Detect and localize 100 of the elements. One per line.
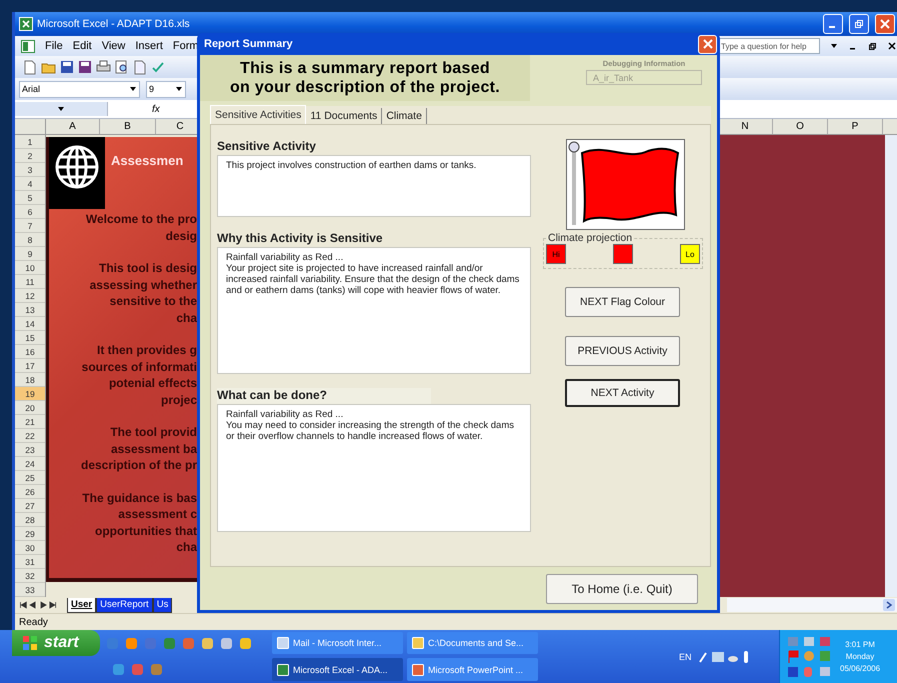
menu-item[interactable]: Edit xyxy=(72,40,92,52)
text-area[interactable]: Rainfall variability as Red ... Your project site is projected to have increased rainfall and/or increased rainfall variability. Ensure that the design of the check dams and or eathern dams (tanks) will cope with heavier flows of water. xyxy=(217,247,531,374)
row-header[interactable]: 8 xyxy=(15,233,45,247)
row-header[interactable]: 5 xyxy=(15,191,45,205)
sheet-tab[interactable]: Us xyxy=(152,598,172,612)
row-header[interactable]: 7 xyxy=(15,219,45,233)
sheet-tab[interactable]: User xyxy=(67,598,96,612)
row-header[interactable]: 23 xyxy=(15,443,45,457)
taskbar-button[interactable]: Mail - Microsoft Inter... xyxy=(272,632,403,654)
section-title: Why this Activity is Sensitive xyxy=(217,231,384,247)
row-header[interactable]: 12 xyxy=(15,289,45,303)
caret-icon[interactable] xyxy=(175,85,183,93)
function-label[interactable]: fx xyxy=(152,104,160,114)
taskbar-button[interactable]: Microsoft PowerPoint ... xyxy=(407,658,538,681)
minimize-button[interactable] xyxy=(823,14,843,34)
row-header[interactable]: 24 xyxy=(15,457,45,471)
document-icon[interactable] xyxy=(133,60,147,74)
action-button[interactable]: NEXT Flag Colour xyxy=(565,287,680,317)
column-header[interactable]: B xyxy=(100,119,156,134)
document-icon[interactable] xyxy=(23,60,37,74)
close-button[interactable] xyxy=(698,34,717,54)
row-header[interactable]: 22 xyxy=(15,429,45,443)
language-indicator[interactable]: EN xyxy=(679,652,692,662)
status-text: Ready xyxy=(19,616,48,628)
row-header[interactable]: 6 xyxy=(15,205,45,219)
action-button[interactable]: PREVIOUS Activity xyxy=(565,336,680,366)
dialog-title: Report Summary xyxy=(204,38,293,50)
scroll-right-icon[interactable] xyxy=(883,599,895,611)
row-header[interactable]: 13 xyxy=(15,303,45,317)
row-header[interactable]: 4 xyxy=(15,177,45,191)
action-button[interactable]: NEXT Activity xyxy=(565,379,680,407)
globe-logo xyxy=(49,137,105,209)
close-icon[interactable] xyxy=(888,42,896,50)
menu-item[interactable]: Insert xyxy=(135,40,163,52)
row-header[interactable]: 21 xyxy=(15,415,45,429)
column-header[interactable]: P xyxy=(828,119,883,134)
sheet-tab[interactable]: UserReport xyxy=(96,598,153,612)
magnifier-icon[interactable] xyxy=(115,60,129,74)
tray-icons-drawing[interactable] xyxy=(698,650,750,664)
row-header[interactable]: 10 xyxy=(15,261,45,275)
close-button[interactable] xyxy=(875,14,895,34)
sheet-paragraph: This tool is desig assessing whether sensitive to the cha xyxy=(88,260,198,326)
climate-swatch: Lo xyxy=(680,244,700,264)
printer-icon[interactable] xyxy=(96,60,111,74)
clock-text: 3:01 PM xyxy=(845,640,875,649)
row-header[interactable]: 17 xyxy=(15,359,45,373)
row-header[interactable]: 16 xyxy=(15,345,45,359)
menu-item[interactable]: File xyxy=(45,40,63,52)
app-icon[interactable] xyxy=(277,664,289,676)
spreadsheet-icon xyxy=(21,40,35,52)
sheet-heading: Assessmen xyxy=(111,153,184,168)
text-area[interactable]: Rainfall variability as Red ... You may need to consider increasing the strength of the check dams or their overflow channels to handle increased flows of water. xyxy=(217,404,531,532)
app-icon[interactable] xyxy=(412,664,424,676)
quit-button[interactable]: To Home (i.e. Quit) xyxy=(546,574,698,604)
folder-icon[interactable] xyxy=(41,60,56,74)
row-header[interactable]: 2 xyxy=(15,149,45,163)
group-label: Climate projection xyxy=(547,232,634,244)
four-squares-icon[interactable] xyxy=(22,635,38,651)
row-header[interactable]: 3 xyxy=(15,163,45,177)
font-field[interactable]: Arial xyxy=(19,80,140,98)
row-header[interactable]: 25 xyxy=(15,471,45,485)
sheet-paragraph: It then provides g sources of informati potenial effects projec xyxy=(80,342,198,408)
caret-icon[interactable] xyxy=(129,85,137,93)
sheet-paragraph: The tool provid assessment ba description of the pr xyxy=(80,424,198,474)
row-header[interactable]: 29 xyxy=(15,527,45,541)
spell-check-icon[interactable] xyxy=(151,60,165,74)
row-header[interactable]: 14 xyxy=(15,317,45,331)
taskbar-button[interactable]: C:\Documents and Se... xyxy=(407,632,538,654)
climate-swatch: Hi xyxy=(546,244,566,264)
restore-button[interactable] xyxy=(849,14,869,34)
section-title: What can be done? xyxy=(217,388,431,404)
row-header[interactable]: 27 xyxy=(15,499,45,513)
column-header[interactable]: A xyxy=(46,119,100,134)
row-header[interactable]: 19 xyxy=(15,387,45,401)
row-header[interactable]: 31 xyxy=(15,555,45,569)
row-header[interactable]: 32 xyxy=(15,569,45,583)
row-header[interactable]: 30 xyxy=(15,541,45,555)
menu-item[interactable]: View xyxy=(102,40,126,52)
row-header[interactable]: 15 xyxy=(15,331,45,345)
spreadsheet-icon xyxy=(19,17,33,31)
caret-icon[interactable] xyxy=(57,105,65,113)
section-title: Sensitive Activity xyxy=(217,139,317,155)
row-header[interactable]: 26 xyxy=(15,485,45,499)
row-header[interactable]: 28 xyxy=(15,513,45,527)
row-header[interactable]: 1 xyxy=(15,135,45,149)
tab[interactable]: Sensitive Activities xyxy=(210,105,306,124)
report-heading: This is a summary report based on your description of the project. xyxy=(200,55,530,101)
column-header[interactable]: O xyxy=(773,119,828,134)
row-header[interactable]: 11 xyxy=(15,275,45,289)
window-title: Microsoft Excel - ADAPT D16.xls xyxy=(37,18,190,30)
taskbar-button[interactable]: Microsoft Excel - ADA... xyxy=(272,658,403,681)
caret-icon[interactable] xyxy=(830,42,838,50)
row-header[interactable]: 20 xyxy=(15,401,45,415)
text-area[interactable]: This project involves construction of earthen dams or tanks. xyxy=(217,155,531,217)
restore-icon[interactable] xyxy=(868,42,877,50)
sheet-paragraph: Welcome to the pro desig xyxy=(84,211,198,244)
clock-text: 05/06/2006 xyxy=(840,664,880,673)
row-header[interactable]: 9 xyxy=(15,247,45,261)
font-size-field[interactable]: 9 xyxy=(146,80,186,98)
help-search-field[interactable]: Type a question for help xyxy=(718,38,820,54)
